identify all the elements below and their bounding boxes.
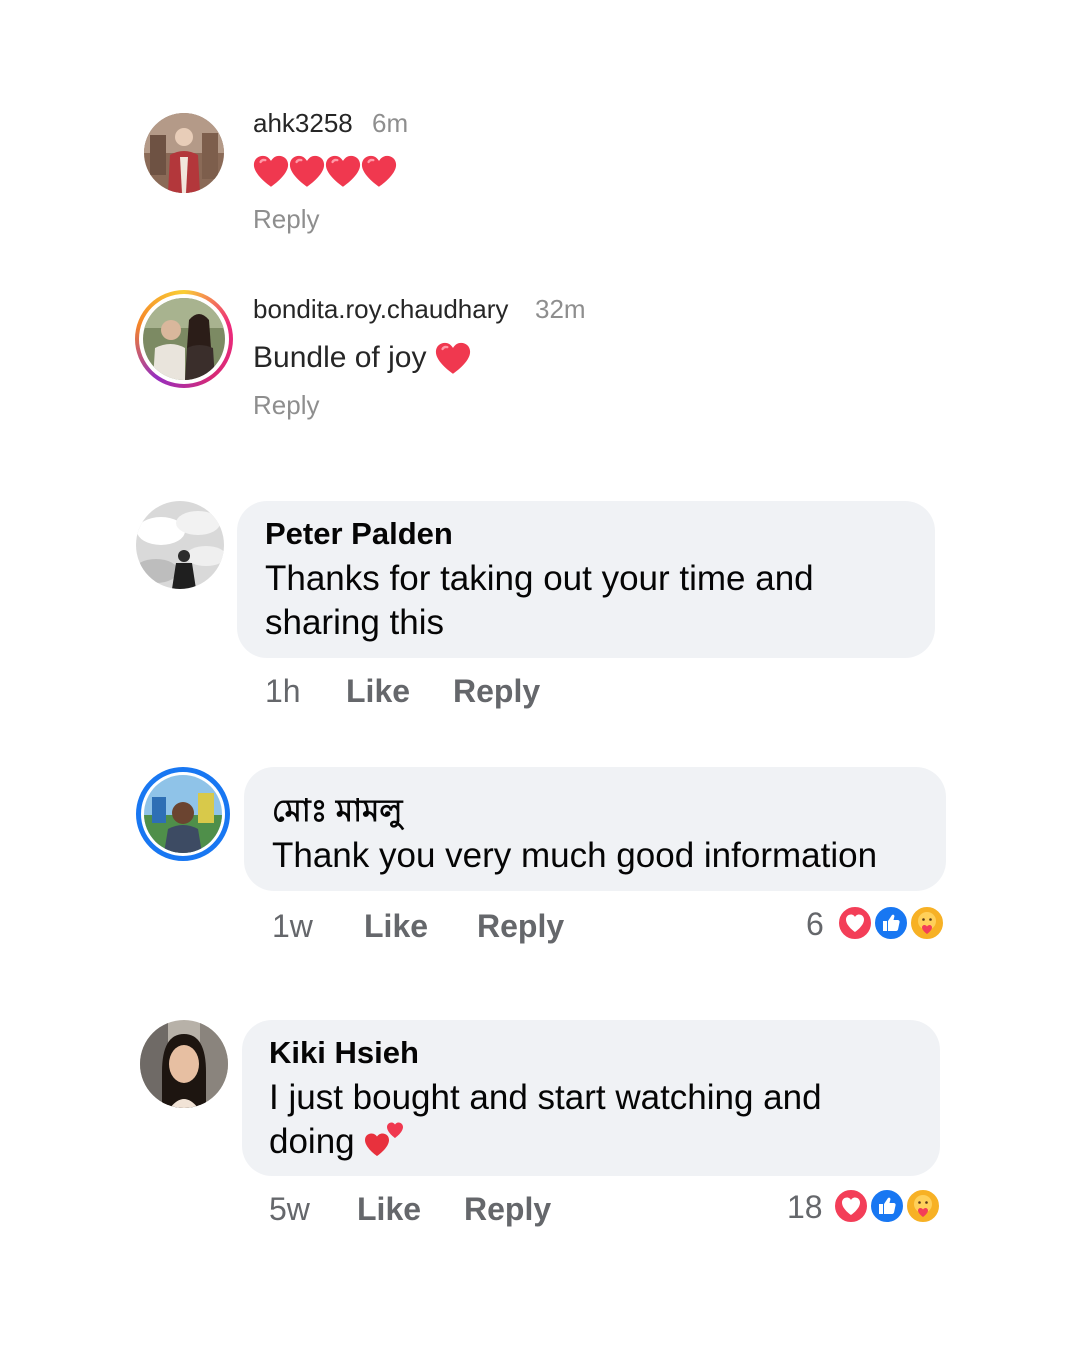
- comment-time: 5w: [269, 1191, 310, 1227]
- commenter-name[interactable]: Kiki Hsieh: [269, 1035, 419, 1071]
- comment-username[interactable]: bondita.roy.chaudhary: [253, 294, 508, 325]
- heart-emoji-icon: [434, 341, 472, 376]
- love-reaction-icon: [836, 904, 874, 942]
- reaction-count: 6: [806, 906, 824, 942]
- like-button[interactable]: Like: [357, 1191, 421, 1228]
- avatar[interactable]: [144, 775, 222, 853]
- commenter-name[interactable]: মোঃ মামলু: [272, 787, 402, 839]
- reply-button[interactable]: Reply: [453, 673, 540, 710]
- comment-text-line: Thank you very much good information: [272, 836, 878, 875]
- comment-text-line: doing: [269, 1122, 355, 1161]
- comment-text-line: sharing this: [265, 603, 444, 642]
- heart-emoji-icon: [360, 154, 398, 189]
- comment-text: Bundle of joy: [253, 341, 427, 374]
- commenter-name[interactable]: Peter Palden: [265, 516, 453, 552]
- like-button[interactable]: Like: [346, 673, 410, 710]
- heart-emoji-icon: [252, 154, 290, 189]
- reactions-summary[interactable]: 6: [806, 904, 952, 946]
- comment-time: 1w: [272, 908, 313, 944]
- comment-text-line: I just bought and start watching and: [269, 1078, 822, 1117]
- comment-time: 1h: [265, 673, 301, 709]
- like-button[interactable]: Like: [364, 908, 428, 945]
- heart-emoji-icon: [324, 154, 362, 189]
- comment-emoji-row: [252, 154, 398, 194]
- comment-time: 32m: [535, 294, 586, 324]
- comment-text-row: doing: [269, 1118, 409, 1166]
- reaction-count: 18: [787, 1189, 823, 1225]
- avatar[interactable]: [140, 1020, 228, 1108]
- reply-button[interactable]: Reply: [253, 390, 319, 421]
- avatar[interactable]: [136, 501, 224, 589]
- comment-username[interactable]: ahk3258: [253, 108, 353, 139]
- avatar[interactable]: [144, 113, 224, 193]
- reply-button[interactable]: Reply: [477, 908, 564, 945]
- comment-text-row: Bundle of joy: [253, 338, 472, 378]
- comment-time: 6m: [372, 108, 409, 138]
- comment-text-line: Thanks for taking out your time and: [265, 559, 814, 598]
- heart-emoji-icon: [288, 154, 326, 189]
- reply-button[interactable]: Reply: [464, 1191, 551, 1228]
- care-reaction-icon: [904, 1187, 942, 1225]
- like-reaction-icon: [872, 904, 910, 942]
- care-reaction-icon: [908, 904, 946, 942]
- love-reaction-icon: [832, 1187, 870, 1225]
- avatar[interactable]: [143, 298, 225, 380]
- like-reaction-icon: [868, 1187, 906, 1225]
- two-hearts-emoji-icon: [364, 1122, 403, 1156]
- reply-button[interactable]: Reply: [253, 204, 319, 235]
- reactions-summary[interactable]: 18: [787, 1187, 947, 1229]
